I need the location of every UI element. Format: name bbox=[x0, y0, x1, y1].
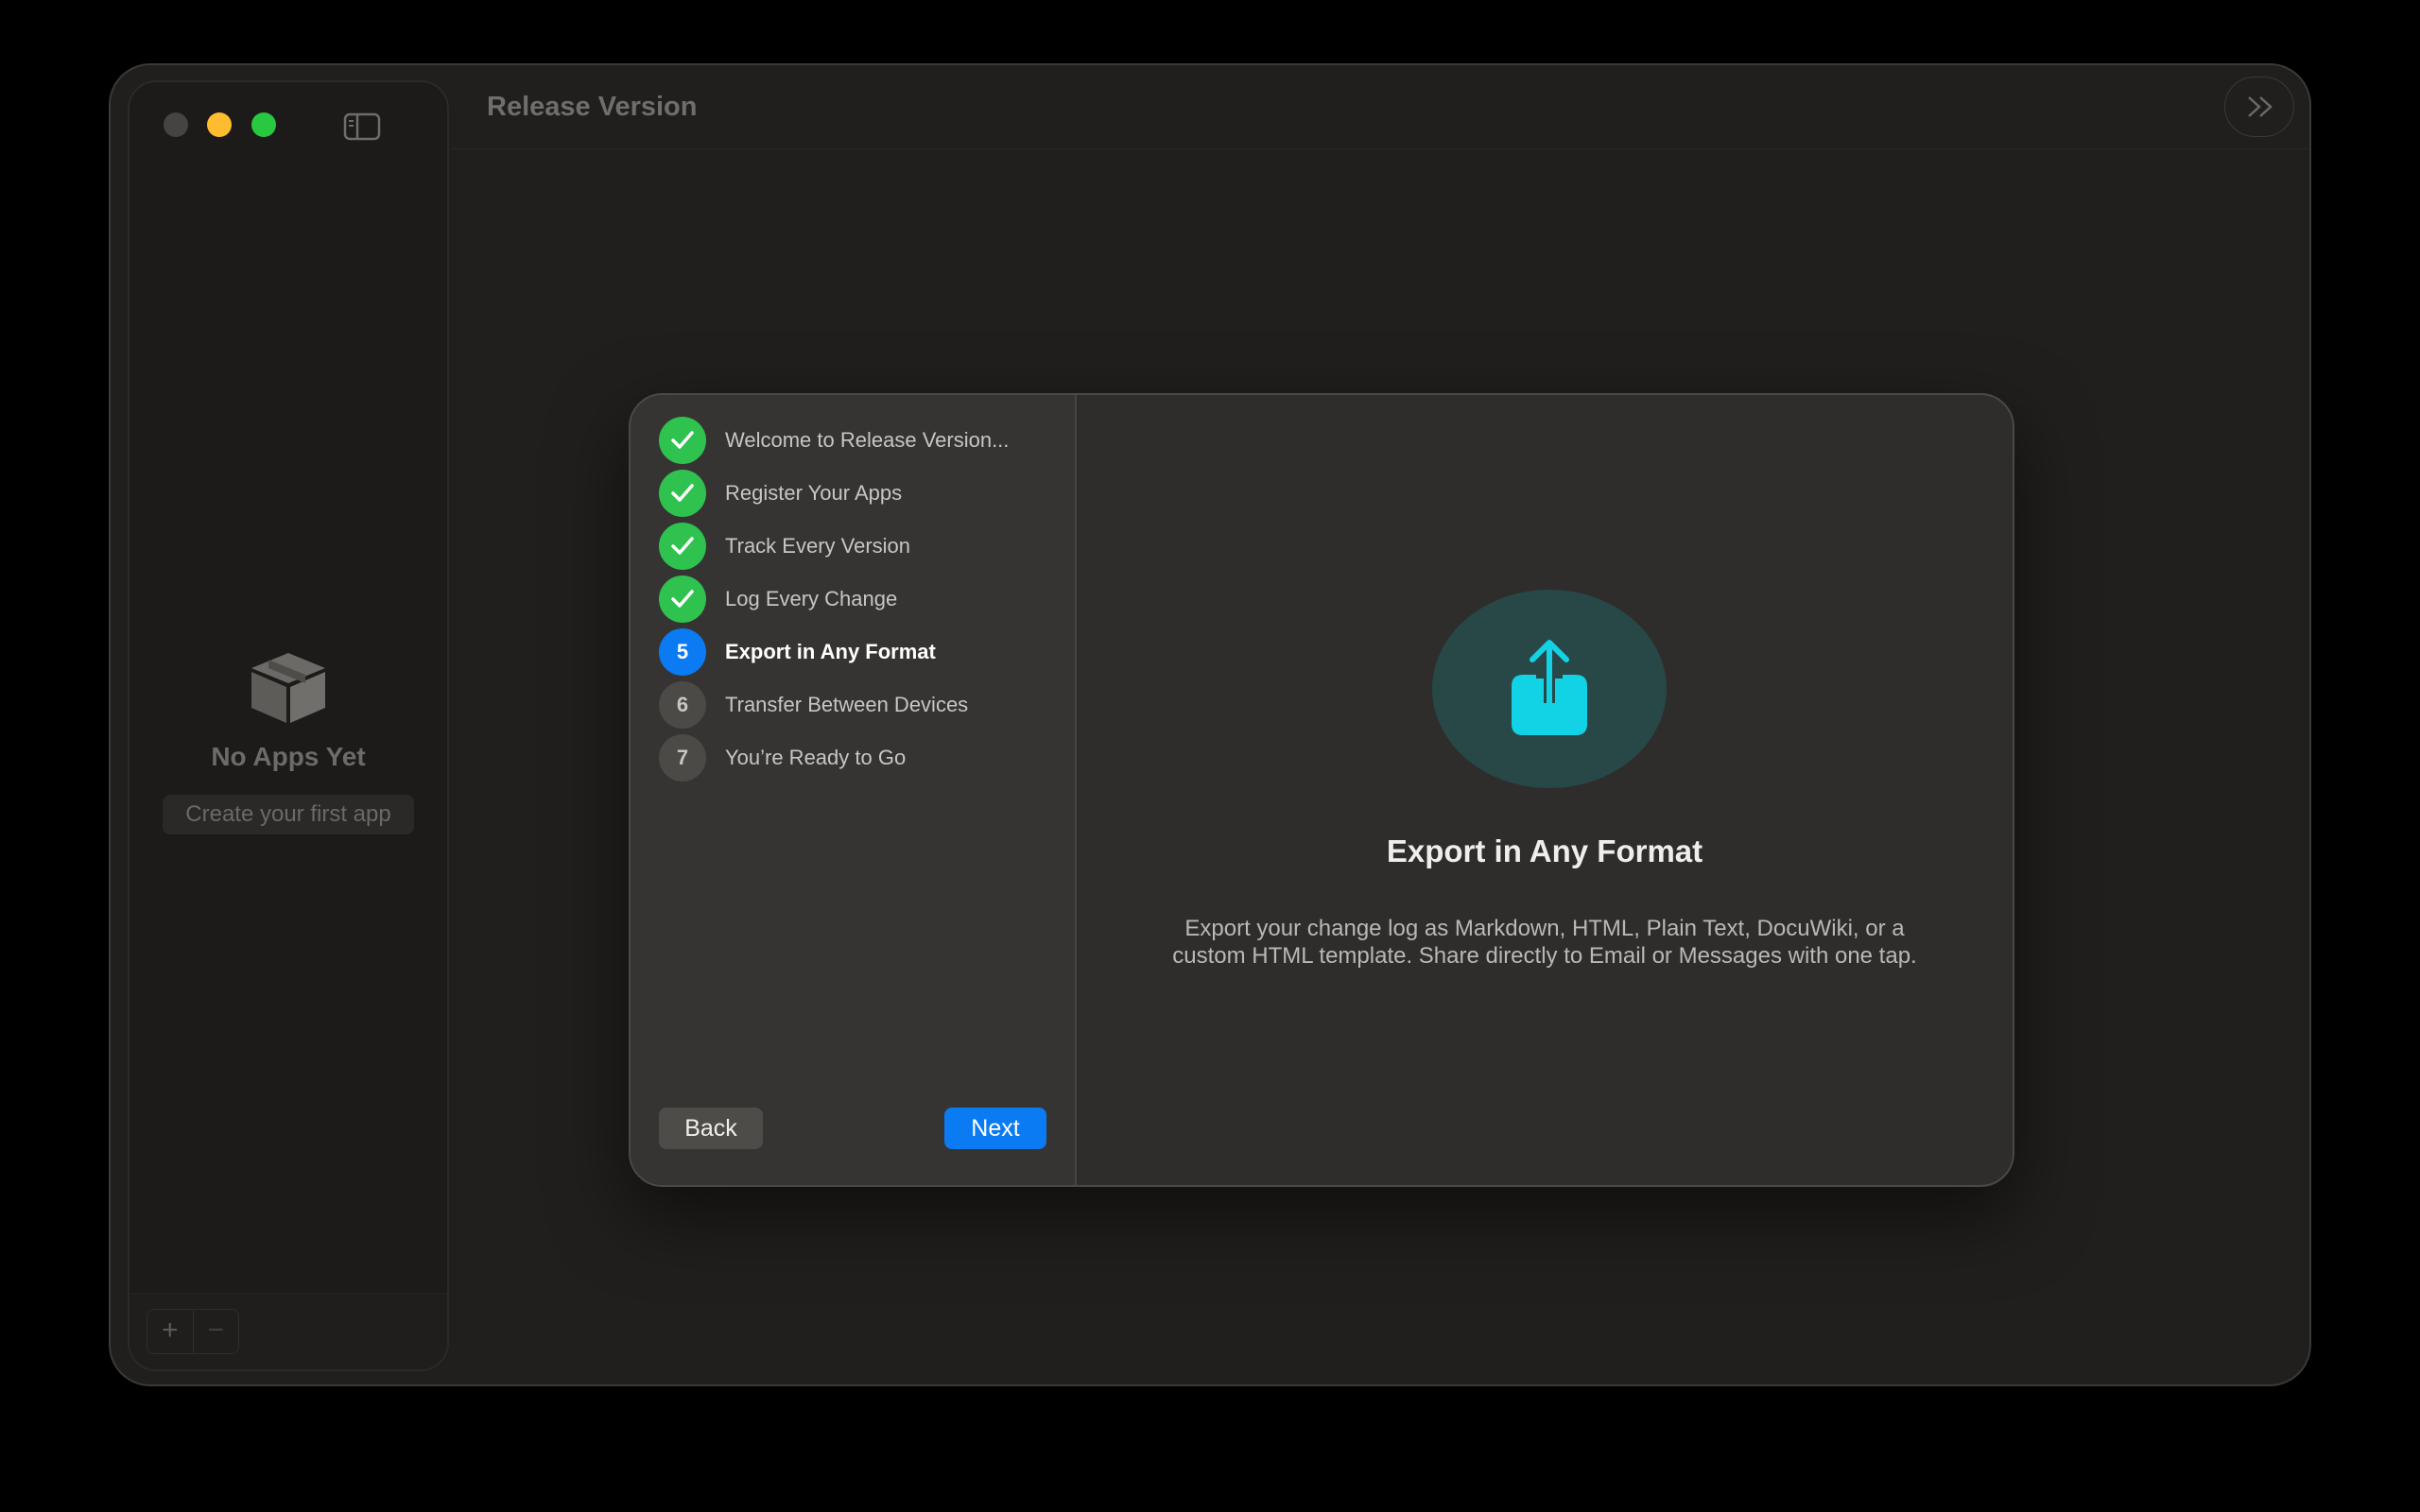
step-label: Welcome to Release Version... bbox=[725, 428, 1010, 452]
content-title: Export in Any Format bbox=[1386, 833, 1703, 868]
step-item[interactable]: 6 Transfer Between Devices bbox=[659, 681, 1056, 729]
step-label: Log Every Change bbox=[725, 587, 898, 610]
app-window: No Apps Yet Create your first app + − Re… bbox=[109, 63, 2311, 1386]
toolbar-divider bbox=[451, 148, 2309, 149]
window-title: Release Version bbox=[487, 92, 698, 122]
package-box-icon bbox=[246, 649, 331, 725]
create-first-app-button[interactable]: Create your first app bbox=[163, 795, 414, 834]
onboarding-sheet: Welcome to Release Version... Register Yo… bbox=[629, 393, 2014, 1187]
sidebar: No Apps Yet Create your first app + − bbox=[128, 80, 449, 1371]
empty-state: No Apps Yet Create your first app bbox=[130, 649, 447, 834]
step-item[interactable]: Track Every Version bbox=[659, 523, 1056, 570]
back-button[interactable]: Back bbox=[659, 1108, 763, 1149]
step-label: Transfer Between Devices bbox=[725, 693, 969, 716]
step-number: 7 bbox=[659, 734, 706, 782]
content-description: Export your change log as Markdown, HTML… bbox=[1172, 916, 1917, 969]
step-item[interactable]: Log Every Change bbox=[659, 576, 1056, 623]
content-pane: Export in Any Format Export your change … bbox=[1077, 395, 2013, 1185]
step-item[interactable]: Welcome to Release Version... bbox=[659, 417, 1056, 464]
step-label: Register Your Apps bbox=[725, 481, 903, 505]
maximize-window-button[interactable] bbox=[251, 112, 276, 137]
checkmark-icon bbox=[659, 470, 706, 517]
checkmark-icon bbox=[659, 576, 706, 623]
remove-app-button[interactable]: − bbox=[192, 1310, 239, 1353]
add-app-button[interactable]: + bbox=[147, 1310, 193, 1353]
step-item[interactable]: 7 You’re Ready to Go bbox=[659, 734, 1056, 782]
step-item[interactable]: 5 Export in Any Format bbox=[659, 628, 1056, 676]
next-button[interactable]: Next bbox=[944, 1108, 1046, 1149]
minimize-window-button[interactable] bbox=[207, 112, 232, 137]
step-item[interactable]: Register Your Apps bbox=[659, 470, 1056, 517]
checkmark-icon bbox=[659, 523, 706, 570]
step-label: Export in Any Format bbox=[725, 640, 936, 663]
steps-pane: Welcome to Release Version... Register Yo… bbox=[631, 395, 1077, 1185]
toolbar-overflow-button[interactable] bbox=[2224, 77, 2294, 137]
step-label: You’re Ready to Go bbox=[725, 746, 907, 769]
add-remove-control: + − bbox=[147, 1309, 239, 1354]
step-label: Track Every Version bbox=[725, 534, 911, 558]
chevron-double-right-icon bbox=[2248, 96, 2273, 117]
sidebar-toggle-icon[interactable] bbox=[343, 112, 381, 141]
hero-icon-circle bbox=[1432, 590, 1667, 788]
step-number: 5 bbox=[659, 628, 706, 676]
checkmark-icon bbox=[659, 417, 706, 464]
step-number: 6 bbox=[659, 681, 706, 729]
close-window-button[interactable] bbox=[164, 112, 188, 137]
sidebar-footer: + − bbox=[130, 1293, 447, 1369]
share-icon bbox=[1512, 640, 1587, 735]
empty-title: No Apps Yet bbox=[211, 742, 366, 771]
